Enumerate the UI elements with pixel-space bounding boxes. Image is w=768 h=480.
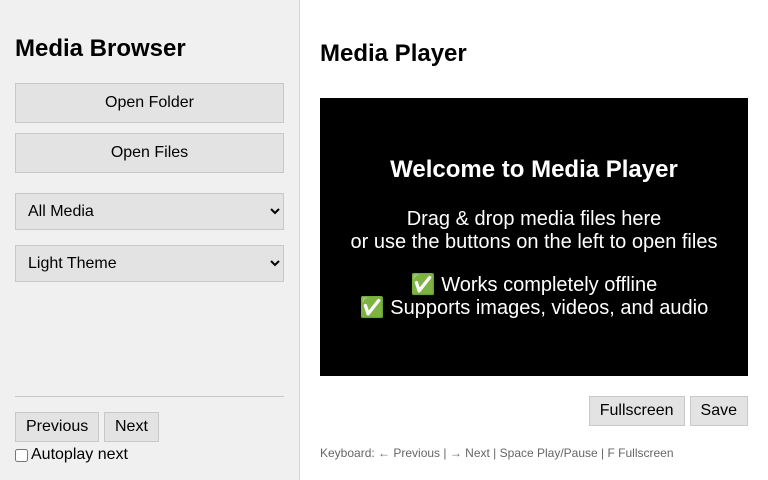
- check-icon: ✅: [359, 297, 385, 319]
- open-files-button[interactable]: Open Files: [15, 133, 284, 173]
- feature-text: Supports images, videos, and audio: [390, 297, 709, 319]
- feature-list: ✅ Works completely offline ✅ Supports im…: [320, 274, 748, 320]
- autoplay-toggle[interactable]: Autoplay next: [15, 446, 128, 464]
- next-button[interactable]: Next: [104, 412, 159, 442]
- previous-button[interactable]: Previous: [15, 412, 100, 442]
- sidebar: Media Browser Open Folder Open Files All…: [0, 0, 300, 480]
- save-button[interactable]: Save: [689, 396, 748, 426]
- main-panel: Media Player Welcome to Media Player Dra…: [300, 0, 768, 480]
- open-folder-button[interactable]: Open Folder: [15, 83, 284, 123]
- media-display-dropzone[interactable]: Welcome to Media Player Drag & drop medi…: [320, 98, 748, 376]
- theme-select-wrap: Light Theme: [15, 245, 284, 282]
- autoplay-checkbox[interactable]: [15, 448, 28, 462]
- feature-item: ✅ Works completely offline: [320, 274, 748, 297]
- dropzone-hint: Drag & drop media files here or use the …: [320, 208, 748, 254]
- fullscreen-button[interactable]: Fullscreen: [588, 396, 685, 426]
- media-filter-select-wrap: All Media: [15, 193, 284, 230]
- page-title: Media Player: [320, 40, 467, 67]
- welcome-title: Welcome to Media Player: [390, 156, 678, 183]
- feature-text: Works completely offline: [441, 274, 658, 296]
- autoplay-label: Autoplay next: [31, 446, 128, 463]
- hint-line-1: Drag & drop media files here: [406, 208, 662, 230]
- hint-line-2: or use the buttons on the left to open f…: [350, 231, 718, 253]
- check-icon: ✅: [410, 274, 436, 296]
- sidebar-divider: [15, 396, 284, 397]
- player-actions: Fullscreen Save: [588, 396, 748, 426]
- theme-select[interactable]: Light Theme: [15, 245, 284, 282]
- sidebar-title: Media Browser: [15, 35, 186, 62]
- media-filter-select[interactable]: All Media: [15, 193, 284, 230]
- feature-item: ✅ Supports images, videos, and audio: [320, 297, 748, 320]
- keyboard-shortcuts-hint: Keyboard: ← Previous | → Next | Space Pl…: [320, 446, 674, 460]
- app-window: Media Browser Open Folder Open Files All…: [0, 0, 768, 480]
